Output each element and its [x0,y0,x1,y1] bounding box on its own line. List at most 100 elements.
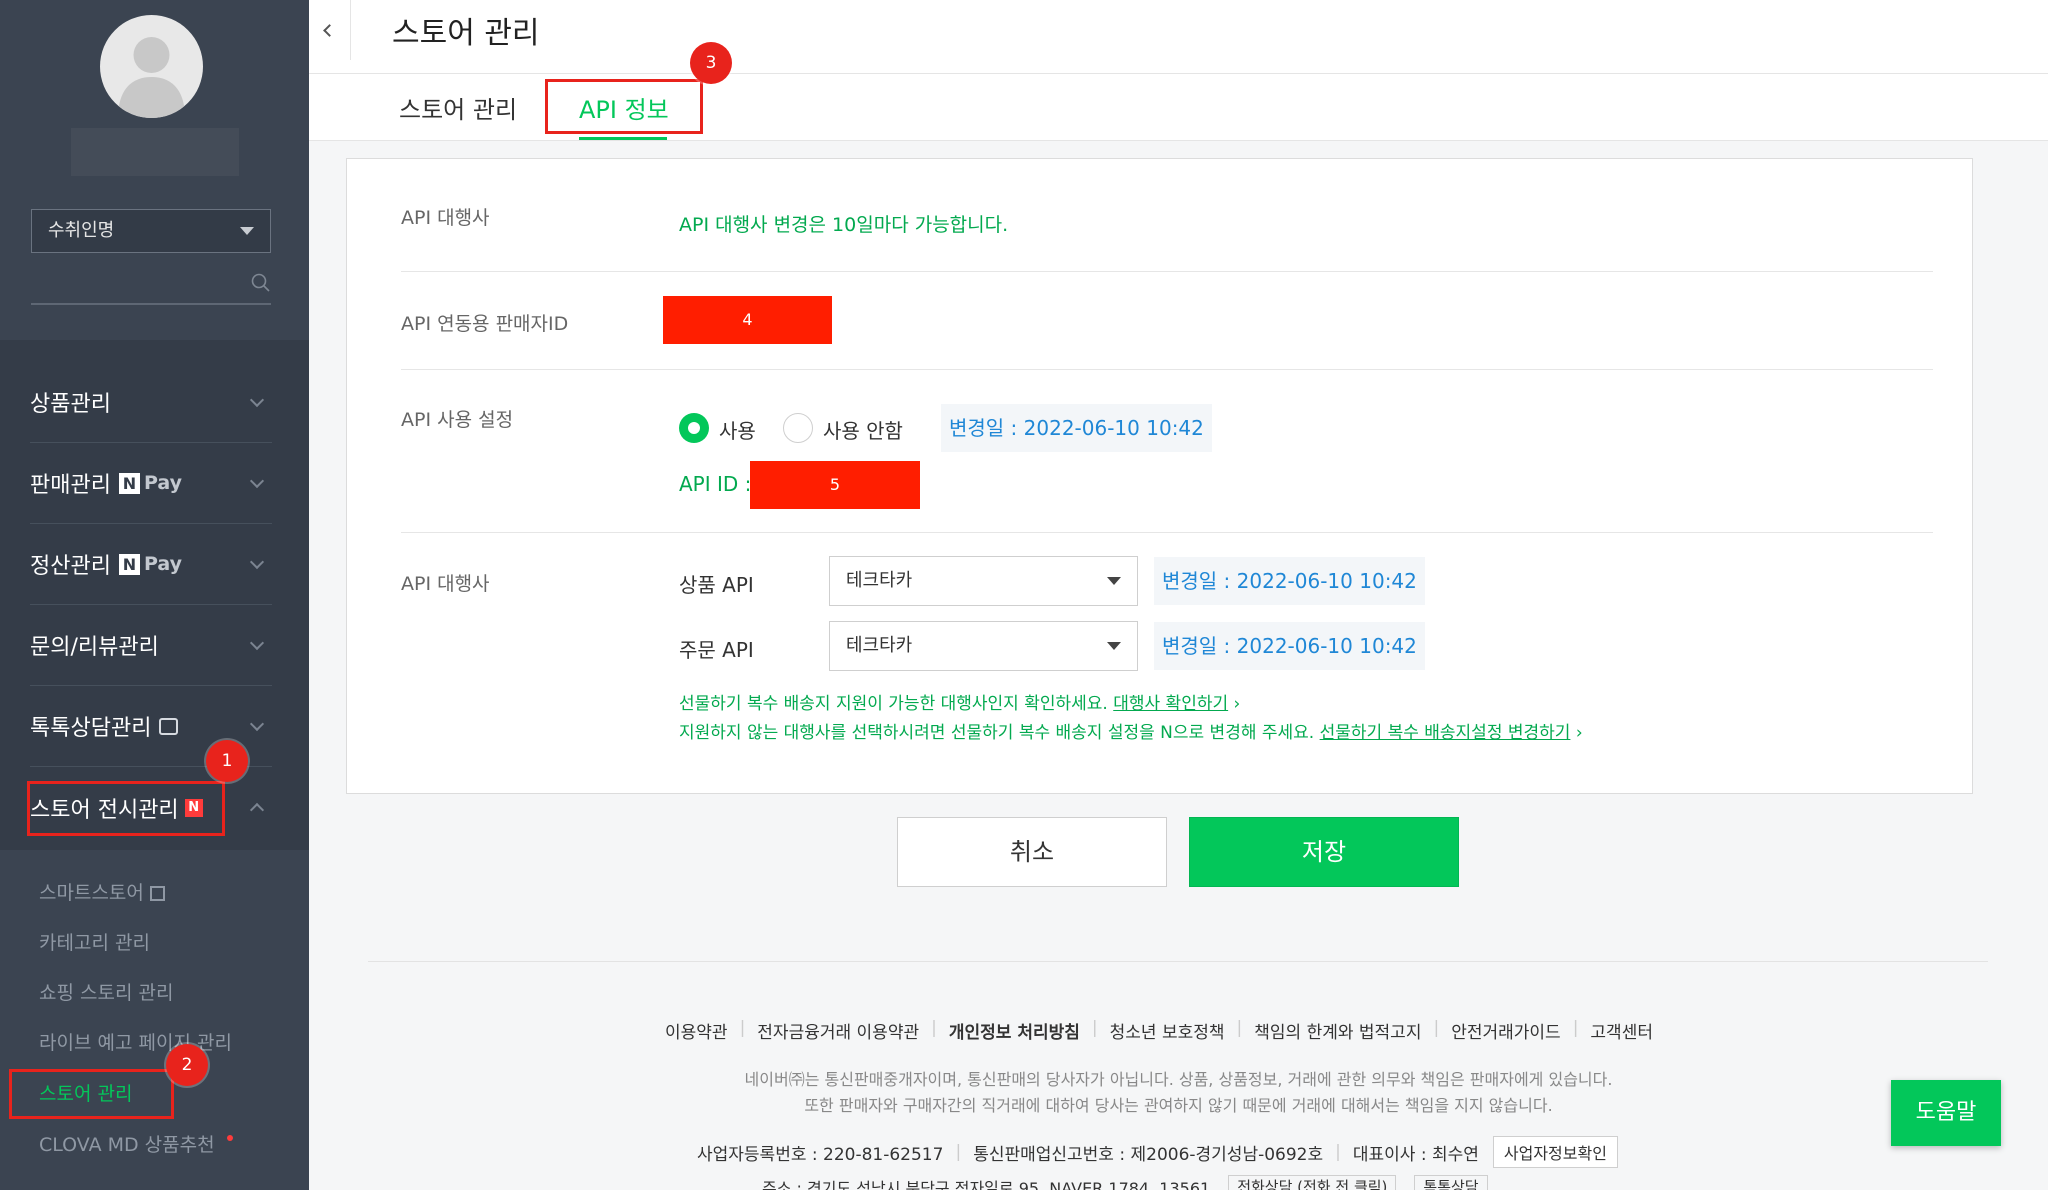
npay-text: Pay [143,553,183,575]
sidebar-item-inquiry[interactable]: 문의/리뷰관리 [30,605,272,686]
chevron-down-icon [249,635,265,651]
product-api-changed-date: 변경일 : 2022-06-10 10:42 [1154,557,1425,605]
usage-on-radio[interactable] [679,413,709,443]
submenu-shopping-story[interactable]: 쇼핑 스토리 관리 [39,978,173,1005]
page-title: 스토어 관리 [392,16,540,51]
seller-id-redacted: 4 [663,296,832,344]
row-divider [401,532,1933,533]
tab-store-manage[interactable]: 스토어 관리 [399,90,517,125]
usage-on-label[interactable]: 사용 [719,415,756,444]
save-button[interactable]: 저장 [1189,817,1459,887]
footer-link-legal[interactable]: 책임의 한계와 법적고지 [1254,1018,1421,1043]
npay-n-box: N [118,553,140,575]
sidebar-item-label: 상품관리 [30,392,111,417]
chevron-down-icon [249,554,265,570]
submenu-label: 카테고리 관리 [39,932,150,954]
footer-divider [368,961,1988,962]
footer-link-youth[interactable]: 청소년 보호정책 [1110,1018,1225,1043]
sidebar-submenu: 스마트스토어 카테고리 관리 쇼핑 스토리 관리 라이브 예고 페이지 관리 스… [0,850,309,1190]
search-type-value: 수취인명 [48,220,115,241]
chevron-down-icon [249,392,265,408]
order-api-label: 주문 API [679,638,754,662]
address: 주소 : 경기도 성남시 분당구 정자일로 95, NAVER 1784, 13… [762,1179,1211,1190]
footer-link-safe-trade[interactable]: 안전거래가이드 [1451,1018,1560,1043]
sidebar-item-label: 문의/리뷰관리 [30,635,159,660]
search-input[interactable] [31,303,271,305]
submenu-category[interactable]: 카테고리 관리 [39,928,150,955]
product-api-select[interactable]: 테크타카 [829,556,1138,606]
chevron-up-icon [249,802,265,818]
agency-label: API 대행사 [401,207,490,229]
user-silhouette-icon [118,37,185,118]
api-id-label: API ID : [679,472,752,496]
order-api-select[interactable]: 테크타카 [829,621,1138,671]
footer-link-privacy[interactable]: 개인정보 처리방침 [949,1018,1080,1043]
gift-setting-change-link[interactable]: 선물하기 복수 배송지설정 변경하기 [1320,723,1571,743]
api-info-form: API 대행사 API 대행사 변경은 10일마다 가능합니다. API 연동용… [346,158,1973,794]
npay-text: Pay [143,472,183,494]
footer-links: 이용약관 | 전자금융거래 이용약관 | 개인정보 처리방침 | 청소년 보호정책 | … [665,1018,1653,1043]
submenu-label: 스마트스토어 [39,882,144,904]
submenu-label: CLOVA MD 상품추천 [39,1134,215,1156]
footer-link-customer-center[interactable]: 고객센터 [1590,1018,1653,1043]
gift-notice-1-text: 선물하기 복수 배송지 지원이 가능한 대행사인지 확인하세요. [679,694,1108,714]
caret-down-icon [1107,577,1121,585]
agency-notice: API 대행사 변경은 10일마다 가능합니다. [679,214,1009,236]
order-api-value: 테크타카 [846,635,913,656]
caret-down-icon [1107,642,1121,650]
biz-reg-number: 사업자등록번호 : 220-81-62517 [697,1144,944,1165]
biz-info-check-button[interactable]: 사업자정보확인 [1492,1136,1618,1168]
talk-consult-button[interactable]: 톡톡상담 [1414,1175,1488,1190]
row-divider [401,271,1933,272]
chat-bubble-icon [159,717,179,735]
call-consult-button[interactable]: 전화상담 (전화 전 클릭) [1228,1175,1397,1190]
sidebar-item-settlement[interactable]: 정산관리 N Pay [30,524,272,605]
sidebar-item-product[interactable]: 상품관리 [30,362,272,443]
seller-id-label: API 연동용 판매자ID [401,313,569,335]
sidebar-item-sales[interactable]: 판매관리 N Pay [30,443,272,524]
npay-logo: N Pay [118,553,183,575]
sidebar-item-label: 정산관리 [30,554,111,579]
help-button[interactable]: 도움말 [1891,1080,2001,1146]
mail-order-number: 통신판매업신고번호 : 제2006-경기성남-0692호 [973,1144,1324,1165]
search-type-select[interactable]: 수취인명 [31,209,271,253]
order-api-changed-date: 변경일 : 2022-06-10 10:42 [1154,622,1425,670]
chevron-left-icon [323,23,336,37]
cancel-button[interactable]: 취소 [897,817,1167,887]
annotation-box-1 [27,781,225,836]
back-button[interactable] [309,0,351,60]
agency-check-link[interactable]: 대행사 확인하기 [1113,694,1228,714]
product-api-label: 상품 API [679,573,754,597]
new-dot-icon [226,1135,233,1141]
search-icon[interactable] [250,272,272,294]
annotation-marker-3: 3 [690,42,732,84]
submenu-label: 쇼핑 스토리 관리 [39,982,174,1004]
annotation-marker-1: 1 [206,740,248,782]
footer-desc-2: 또한 판매자와 구매자간의 직거래에 대하여 당사는 관여하지 않기 때문에 거… [804,1096,1553,1115]
npay-logo: N Pay [118,472,183,494]
sidebar-item-label: 판매관리 [30,473,111,498]
usage-label: API 사용 설정 [401,409,514,431]
api-id-redacted: 5 [750,461,920,509]
footer-biz-info: 사업자등록번호 : 220-81-62517 | 통신판매업신고번호 : 제200… [697,1136,1618,1168]
sidebar-profile-area: 수취인명 [0,0,309,340]
usage-changed-date: 변경일 : 2022-06-10 10:42 [941,404,1212,452]
footer-link-terms[interactable]: 이용약관 [665,1018,728,1043]
usage-off-label[interactable]: 사용 안함 [823,415,903,444]
footer-desc-1: 네이버㈜는 통신판매중개자이며, 통신판매의 당사자가 아닙니다. 상품, 상품… [744,1070,1613,1089]
ceo-name: 대표이사 : 최수연 [1352,1144,1479,1165]
submenu-smartstore[interactable]: 스마트스토어 [39,878,165,905]
header-divider [309,73,2048,74]
usage-off-radio[interactable] [783,413,813,443]
submenu-clova-md[interactable]: CLOVA MD 상품추천 [39,1130,233,1157]
npay-n-box: N [118,472,140,494]
sidebar: 수취인명 상품관리 판매관리 NPay 정산관리 NPay 문의/리뷰관리 [0,0,309,1190]
footer-link-efin-terms[interactable]: 전자금융거래 이용약관 [757,1018,919,1043]
gift-notice-1: 선물하기 복수 배송지 지원이 가능한 대행사인지 확인하세요. 대행사 확인하… [679,694,1241,714]
avatar[interactable] [100,15,203,118]
chevron-down-icon [249,716,265,732]
chevron-down-icon [249,473,265,489]
caret-down-icon [240,227,254,235]
seller-name-redacted [71,128,239,176]
footer-address-row: 주소 : 경기도 성남시 분당구 정자일로 95, NAVER 1784, 13… [762,1175,1488,1190]
